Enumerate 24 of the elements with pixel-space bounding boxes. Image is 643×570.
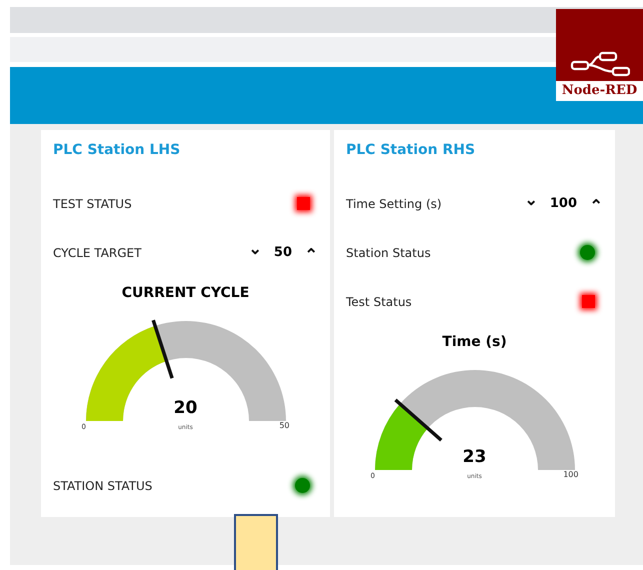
group-title: PLC Station LHS <box>53 142 182 160</box>
status-label: STATION STATUS <box>53 478 152 492</box>
numeric-label: Time Setting (s) <box>346 196 442 210</box>
gauge-needle <box>394 398 442 442</box>
numeric-value: 50 <box>274 245 292 260</box>
gauge-max: 100 <box>563 470 578 479</box>
numeric-value: 100 <box>550 196 577 211</box>
increment-button[interactable]: ⌃ <box>589 198 603 214</box>
gauge-value: 20 <box>174 398 198 418</box>
decrement-button[interactable]: ⌄ <box>524 192 538 208</box>
gauge-max: 50 <box>279 421 290 430</box>
group-title: PLC Station RHS <box>346 142 476 160</box>
logo-text: Node-RED <box>556 81 643 101</box>
status-label: Station Status <box>346 246 431 260</box>
increment-button[interactable]: ⌃ <box>304 248 318 264</box>
status-label: Test Status <box>346 294 412 308</box>
gauge-title: Time (s) <box>442 334 507 350</box>
status-label: TEST STATUS <box>53 196 132 210</box>
numeric-label: CYCLE TARGET <box>53 246 142 260</box>
flow-nodes-icon <box>570 51 630 77</box>
gauge-title: CURRENT CYCLE <box>122 285 250 301</box>
gauge-value: 23 <box>462 447 486 467</box>
decrement-button[interactable]: ⌄ <box>248 242 262 258</box>
gauge-needle <box>151 320 174 379</box>
